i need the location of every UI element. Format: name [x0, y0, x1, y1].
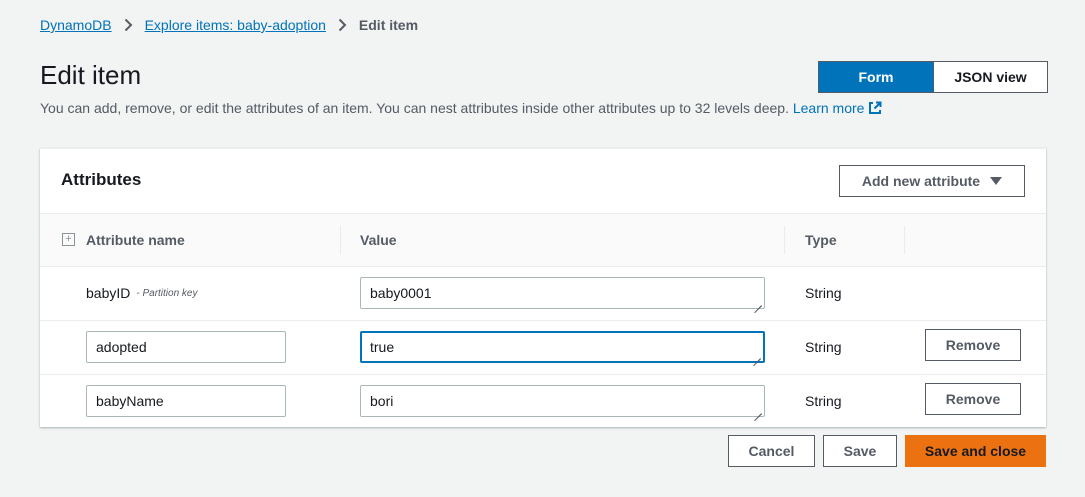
resize-grip-icon[interactable] — [753, 351, 761, 359]
type-cell: String — [805, 285, 842, 301]
breadcrumb: DynamoDB Explore items: baby-adoption Ed… — [40, 17, 418, 33]
learn-more-label: Learn more — [792, 100, 865, 116]
table-header: + Attribute name Value Type — [40, 213, 1046, 267]
save-and-close-button[interactable]: Save and close — [905, 435, 1046, 467]
remove-button[interactable]: Remove — [925, 383, 1021, 415]
column-attribute-name: Attribute name — [86, 232, 185, 248]
page-title: Edit item — [40, 60, 142, 90]
table-row: adopted true String Remove — [40, 321, 1046, 375]
resize-grip-icon[interactable] — [754, 298, 762, 306]
column-type: Type — [805, 232, 837, 248]
table-row: babyID - Partition key baby0001 String — [40, 267, 1046, 321]
value-text: baby0001 — [370, 285, 432, 301]
breadcrumb-current: Edit item — [358, 17, 419, 33]
chevron-right-icon — [124, 18, 133, 32]
value-text: bori — [370, 393, 394, 409]
remove-button[interactable]: Remove — [925, 329, 1021, 361]
attributes-title: Attributes — [61, 170, 142, 189]
value-input[interactable]: baby0001 — [360, 277, 765, 309]
resize-grip-icon[interactable] — [754, 406, 762, 414]
column-divider — [340, 226, 341, 254]
attribute-name-input[interactable]: adopted — [86, 331, 286, 363]
partition-key-tag: - Partition key — [136, 287, 198, 299]
page-description-text: You can add, remove, or edit the attribu… — [40, 100, 789, 116]
type-cell: String — [805, 339, 842, 355]
value-text: true — [370, 339, 395, 355]
breadcrumb-dynamodb-link[interactable]: DynamoDB — [40, 17, 112, 33]
attributes-panel: Attributes Add new attribute + Attribute… — [40, 148, 1046, 427]
attribute-name-text: adopted — [96, 339, 147, 355]
table-row: babyName bori String Remove — [40, 375, 1046, 429]
column-divider — [784, 226, 785, 254]
form-view-button[interactable]: Form — [819, 62, 933, 92]
value-input[interactable]: bori — [360, 385, 765, 417]
learn-more-link[interactable]: Learn more — [793, 100, 883, 116]
page-description: You can add, remove, or edit the attribu… — [40, 100, 882, 118]
cancel-button[interactable]: Cancel — [728, 435, 815, 467]
attribute-name-cell: babyID - Partition key — [86, 267, 198, 319]
caret-down-icon — [990, 177, 1003, 185]
view-toggle: Form JSON view — [818, 61, 1048, 93]
save-button[interactable]: Save — [823, 435, 897, 467]
breadcrumb-explore-items-link[interactable]: Explore items: baby-adoption — [145, 17, 326, 33]
attribute-name-text: babyName — [96, 393, 164, 409]
add-new-attribute-label: Add new attribute — [861, 173, 981, 189]
attribute-name-input[interactable]: babyName — [86, 385, 286, 417]
add-new-attribute-button[interactable]: Add new attribute — [839, 165, 1025, 197]
chevron-right-icon — [338, 18, 347, 32]
type-cell: String — [805, 393, 842, 409]
value-input[interactable]: true — [360, 331, 765, 363]
expand-icon[interactable]: + — [62, 233, 75, 246]
column-divider — [904, 226, 905, 254]
attribute-name: babyID — [86, 285, 131, 301]
column-value: Value — [360, 232, 397, 248]
external-link-icon — [868, 101, 882, 118]
json-view-button[interactable]: JSON view — [933, 62, 1047, 92]
